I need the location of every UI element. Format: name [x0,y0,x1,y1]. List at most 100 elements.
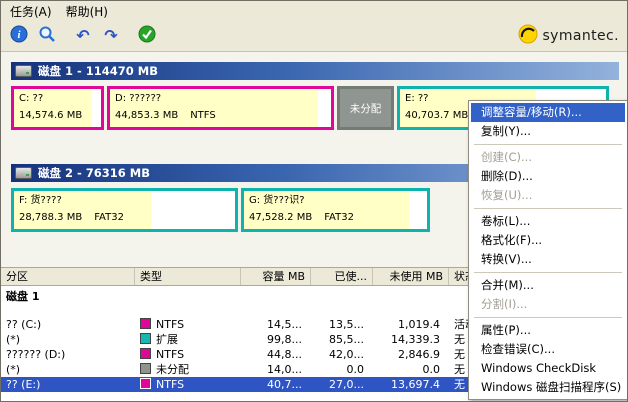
info-button[interactable]: i [6,23,32,49]
menu-item-check-errors[interactable]: 检查错误(C)... [471,340,625,359]
symantec-logo: symantec. [518,24,619,48]
menu-item-label[interactable]: 卷标(L)... [471,212,625,231]
apply-changes-button[interactable] [134,23,160,49]
disk1-title: 磁盘 1 - 114470 MB [38,63,158,79]
partition-size: 47,528.2 MB FAT32 [249,211,427,225]
menu-separator [474,144,622,145]
partition-unallocated[interactable]: 未分配 [337,86,394,130]
unallocated-label: 未分配 [350,101,382,116]
menu-item-windows-scandisk[interactable]: Windows 磁盘扫描程序(S) [471,378,625,397]
undo-button[interactable]: ↶ [70,23,96,49]
partition-name: D: ?????? [115,92,331,106]
hard-disk-icon [15,65,32,77]
partition-magic-window: 任务(A) 帮助(H) i ↶ ↷ [0,0,628,402]
column-header-used[interactable]: 已使... [311,268,373,285]
column-header-partition[interactable]: 分区 [1,268,135,285]
context-menu: 调整容量/移动(R)... 复制(Y)... 创建(C)... 删除(D)...… [468,100,628,400]
cell-unused: 2,846.9 [373,347,449,362]
type-label: NTFS [156,378,184,391]
cell-unused: 0.0 [373,362,449,377]
partition-label: C: ?? 14,574.6 MB [14,89,101,123]
redo-icon: ↷ [104,28,117,44]
partition-label: F: 货???? 28,788.3 MB FAT32 [14,191,235,225]
type-color-swatch [140,333,151,344]
zoom-button[interactable] [34,23,60,49]
column-header-unused[interactable]: 未使用 MB [373,268,449,285]
disk2-title: 磁盘 2 - 76316 MB [38,165,150,181]
menu-item-windows-checkdisk[interactable]: Windows CheckDisk [471,359,625,378]
menu-item-delete[interactable]: 删除(D)... [471,167,625,186]
partition-size: 28,788.3 MB FAT32 [19,211,235,225]
menu-separator [474,208,622,209]
disk1-header: 磁盘 1 - 114470 MB [11,62,619,80]
menu-item-undelete[interactable]: 恢复(U)... [471,186,625,205]
cell-type: NTFS [135,377,241,392]
cell-partition: ?????? (D:) [1,347,135,362]
partition-f[interactable]: F: 货???? 28,788.3 MB FAT32 [11,188,238,232]
cell-partition: (*) [1,332,135,347]
cell-partition: ?? (C:) [1,317,135,332]
type-color-swatch [140,378,151,389]
cell-unused: 13,697.4 [373,377,449,392]
partition-size: 14,574.6 MB [19,109,101,123]
type-color-swatch [140,348,151,359]
partition-name: G: 货???识? [249,194,427,208]
menu-item-help[interactable]: 帮助(H) [59,1,115,22]
symantec-logo-text: symantec. [542,28,619,44]
menu-separator [474,272,622,273]
disk2-partition-row: F: 货???? 28,788.3 MB FAT32 G: 货???识? 47,5… [11,188,430,232]
cell-type: NTFS [135,317,241,332]
menu-item-convert[interactable]: 转换(V)... [471,250,625,269]
partition-size-value: 40,703.7 MB [405,110,468,121]
cell-partition: (*) [1,362,135,377]
column-header-capacity[interactable]: 容量 MB [241,268,311,285]
cell-capacity: 14,5... [241,317,311,332]
menu-item-create[interactable]: 创建(C)... [471,148,625,167]
type-label: NTFS [156,348,184,361]
cell-capacity: 99,8... [241,332,311,347]
redo-button[interactable]: ↷ [98,23,124,49]
partition-d[interactable]: D: ?????? 44,853.3 MBNTFS [107,86,334,130]
info-icon: i [10,25,28,47]
cell-used: 0.0 [311,362,373,377]
menu-item-merge[interactable]: 合并(M)... [471,276,625,295]
cell-type: 扩展 [135,332,241,347]
type-color-swatch [140,363,151,374]
menu-bar: 任务(A) 帮助(H) [1,1,627,21]
menu-item-format[interactable]: 格式化(F)... [471,231,625,250]
type-label: NTFS [156,318,184,331]
cell-type: NTFS [135,347,241,362]
partition-c[interactable]: C: ?? 14,574.6 MB [11,86,104,130]
cell-used: 42,0... [311,347,373,362]
type-label: 扩展 [156,333,178,346]
menu-item-split[interactable]: 分割(I)... [471,295,625,314]
partition-name: F: 货???? [19,194,235,208]
partition-label: D: ?????? 44,853.3 MBNTFS [110,89,331,123]
partition-g[interactable]: G: 货???识? 47,528.2 MB FAT32 [241,188,430,232]
hard-disk-icon [15,167,32,179]
symantec-logo-icon [518,24,538,48]
undo-icon: ↶ [76,28,89,44]
cell-unused: 14,339.3 [373,332,449,347]
cell-capacity: 40,7... [241,377,311,392]
cell-capacity: 44,8... [241,347,311,362]
cell-used: 85,5... [311,332,373,347]
partition-size-value: 28,788.3 MB [19,212,82,223]
menu-item-task[interactable]: 任务(A) [3,1,59,22]
partition-size-value: 14,574.6 MB [19,110,82,121]
menu-item-resize-move[interactable]: 调整容量/移动(R)... [471,103,625,122]
partition-fs: FAT32 [324,212,354,223]
cell-partition: ?? (E:) [1,377,135,392]
cell-type: 未分配 [135,362,241,377]
partition-size-value: 44,853.3 MB [115,110,178,121]
cell-capacity: 14,0... [241,362,311,377]
cell-used: 13,5... [311,317,373,332]
column-header-type[interactable]: 类型 [135,268,241,285]
partition-label: G: 货???识? 47,528.2 MB FAT32 [244,191,427,225]
partition-size-value: 47,528.2 MB [249,212,312,223]
menu-item-properties[interactable]: 属性(P)... [471,321,625,340]
menu-item-copy[interactable]: 复制(Y)... [471,122,625,141]
partition-fs: FAT32 [94,212,124,223]
cell-unused: 1,019.4 [373,317,449,332]
type-label: 未分配 [156,363,189,376]
